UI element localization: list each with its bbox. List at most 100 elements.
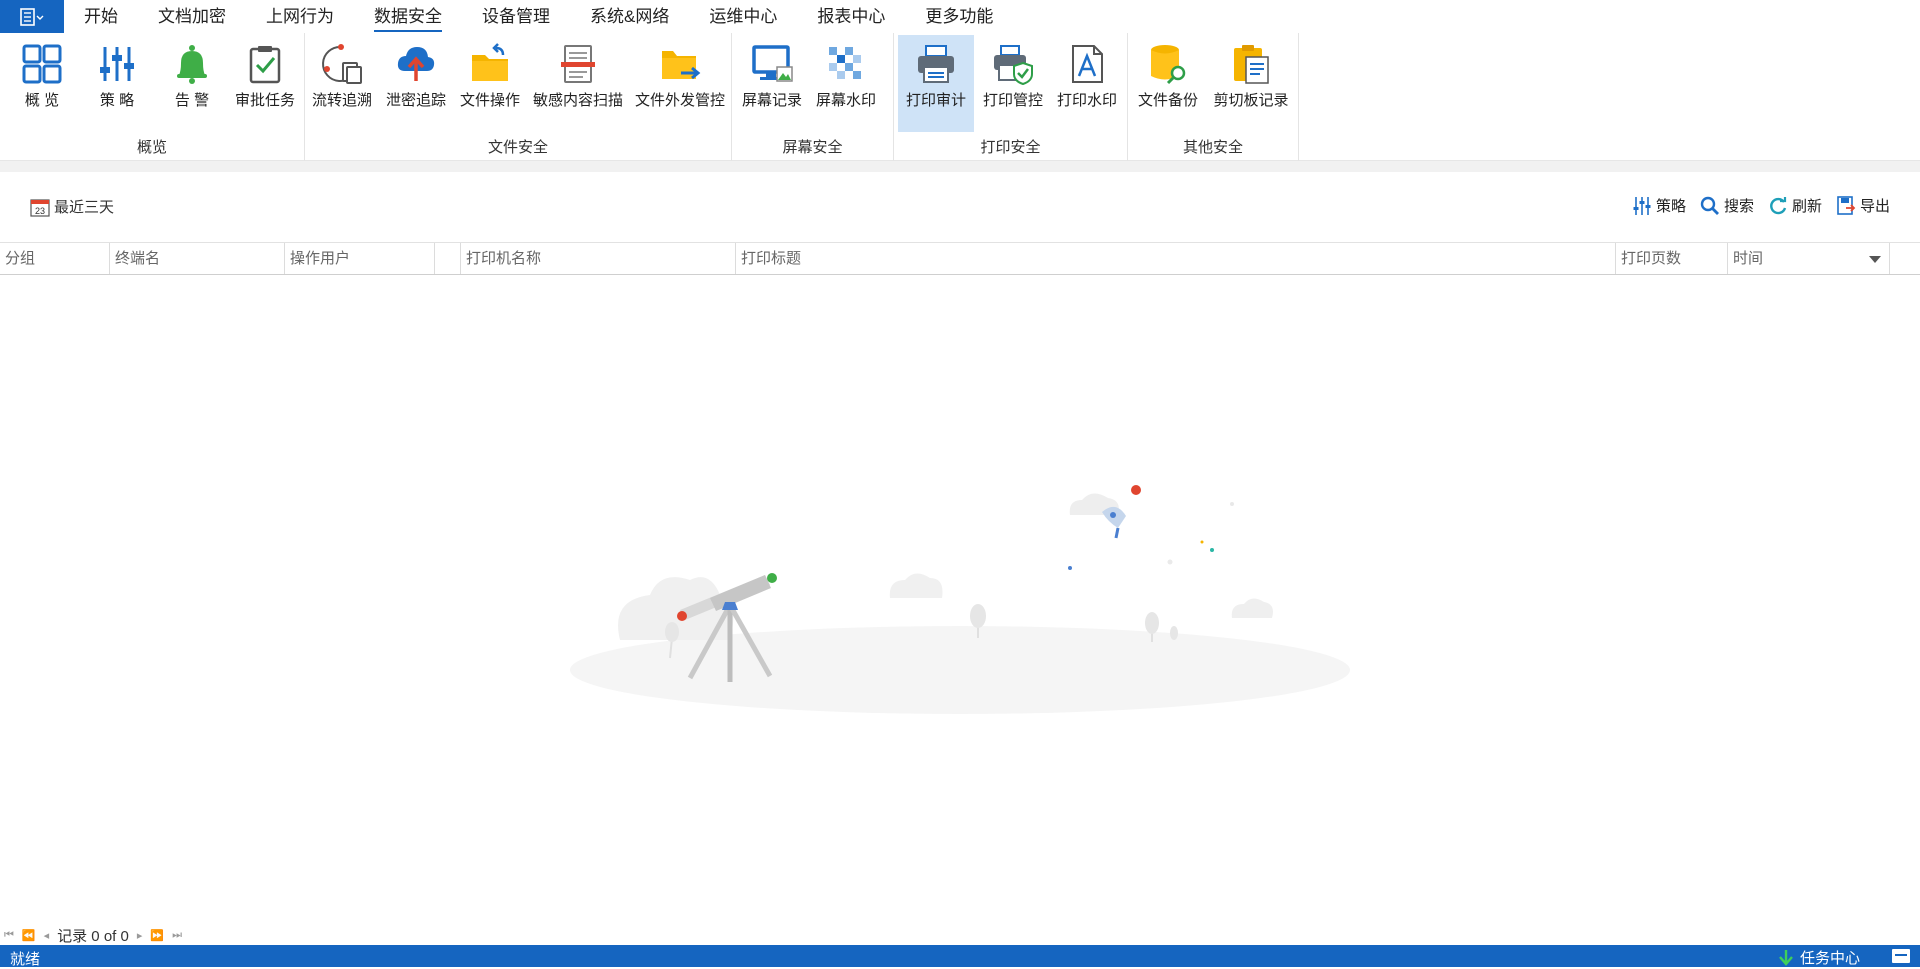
date-range-label: 最近三天 [54,199,115,216]
tab-start[interactable]: 开始 [64,0,138,33]
column-header-operating-user[interactable]: 操作用户 [285,243,435,274]
clipboard-record-button[interactable]: 剪切板记录 [1210,35,1292,132]
policy-sliders-icon [100,47,134,81]
ribbon-group-label-screen-security: 屏幕安全 [782,139,843,156]
tab-data-security[interactable]: 数据安全 [354,0,462,33]
alarm-button[interactable]: 告 警 [162,35,222,132]
approval-task-button[interactable]: 审批任务 [232,35,298,132]
approval-task-button-label: 审批任务 [234,92,295,109]
file-operation-button[interactable]: 文件操作 [458,35,522,132]
letter-a-document-icon [1072,45,1103,83]
column-header-blank[interactable] [435,243,461,274]
tab-more-functions[interactable]: 更多功能 [905,0,1013,33]
policy-button-label: 策 略 [99,92,135,109]
refresh-label: 刷新 [1791,198,1822,215]
search-button[interactable]: 搜索 [1700,195,1754,216]
screen-watermark-button[interactable]: 屏幕水印 [814,35,878,132]
app-menu-button[interactable] [0,0,64,33]
sensitive-scan-button[interactable]: 敏感内容扫描 [530,35,626,132]
task-center-label: 任务中心 [1799,950,1860,967]
document-scan-icon [561,45,595,83]
tab-document-encryption[interactable]: 文档加密 [138,0,246,33]
first-page-icon[interactable]: ⏮ [4,929,14,942]
file-outgoing-control-button[interactable]: 文件外发管控 [632,35,728,132]
clipboard-record-button-label: 剪切板记录 [1213,92,1289,109]
file-backup-button-label: 文件备份 [1137,92,1198,109]
next-page-icon[interactable]: ▸ [137,929,143,942]
ribbon-group-label-print-security: 打印安全 [980,139,1041,156]
overview-button[interactable]: 概 览 [12,35,72,132]
toolbar: 23 最近三天 策略 搜索 刷新 导出 [0,186,1920,226]
tab-system-network[interactable]: 系统&网络 [570,0,689,33]
search-icon [1700,196,1719,215]
column-header-printer-name[interactable]: 打印机名称 [461,243,736,274]
tab-report-center[interactable]: 报表中心 [797,0,905,33]
leak-tracking-button[interactable]: 泄密追踪 [385,35,447,132]
last-page-icon[interactable]: ⏭ [172,929,182,942]
approval-clipboard-icon [249,46,281,84]
ribbon-group-other-security: 文件备份 剪切板记录 其他安全 [1128,33,1299,161]
svg-text:23: 23 [35,206,45,216]
menu-bar: 开始 文档加密 上网行为 数据安全 设备管理 系统&网络 运维中心 报表中心 更… [0,0,1920,33]
export-icon [1837,195,1856,215]
tab-internet-behavior[interactable]: 上网行为 [246,0,354,33]
print-audit-button[interactable]: 打印审计 [898,35,974,132]
cloud-upload-icon [397,47,435,81]
flow-trace-button-label: 流转追溯 [311,92,372,109]
column-header-group[interactable]: 分组 [0,243,110,274]
overview-button-label: 概 览 [24,92,60,109]
refresh-button[interactable]: 刷新 [1768,195,1822,216]
print-control-button[interactable]: 打印管控 [978,35,1048,132]
column-header-terminal-name[interactable]: 终端名 [110,243,285,274]
ribbon-separator [0,161,1920,172]
printer-icon [918,45,954,83]
flow-trace-icon [322,44,362,84]
column-header-print-pages[interactable]: 打印页数 [1616,243,1728,274]
calendar-icon: 23 [30,198,50,217]
window-icon[interactable] [1892,949,1910,963]
record-count: 记录 0 of 0 [57,928,129,945]
previous-page-icon[interactable]: ◂ [44,929,50,942]
print-audit-button-label: 打印审计 [905,92,966,109]
column-header-time[interactable]: 时间 [1728,243,1890,274]
leak-tracking-button-label: 泄密追踪 [385,92,446,109]
file-backup-button[interactable]: 文件备份 [1136,35,1200,132]
print-watermark-button[interactable]: 打印水印 [1054,35,1120,132]
policy-toolbar-button[interactable]: 策略 [1632,195,1686,216]
table-header: 分组 终端名 操作用户 打印机名称 打印标题 打印页数 时间 [0,242,1920,275]
file-operation-button-label: 文件操作 [459,92,520,109]
watermark-grid-icon [829,47,861,79]
folder-send-icon [662,51,701,80]
task-center-button[interactable]: 任务中心 [1778,947,1860,968]
previous-page-group-icon[interactable]: ⏪ [22,929,36,942]
ribbon-group-print-security: 打印审计 打印管控 打印水印 打印安全 [894,33,1128,161]
sort-descending-icon[interactable] [1869,256,1881,263]
tab-device-management[interactable]: 设备管理 [462,0,570,33]
column-header-time-label: 时间 [1733,250,1764,267]
policy-button[interactable]: 策 略 [87,35,147,132]
export-button[interactable]: 导出 [1836,195,1890,216]
ribbon: 概 览 策 略 告 警 审批任务 概览 流转追溯 泄密追踪 文件操作 敏感内容扫… [0,33,1920,161]
flow-trace-button[interactable]: 流转追溯 [310,35,374,132]
ribbon-group-overview: 概 览 策 略 告 警 审批任务 概览 [0,33,305,161]
tab-operations-center[interactable]: 运维中心 [689,0,797,33]
printer-shield-icon [994,45,1033,85]
print-watermark-button-label: 打印水印 [1056,92,1117,109]
status-text: 就绪 [10,951,41,968]
pager: ⏮ ⏪ ◂ 记录 0 of 0 ▸ ⏩ ⏭ [4,925,182,946]
monitor-image-icon [752,45,793,82]
refresh-icon [1770,196,1787,214]
toolbar-actions: 策略 搜索 刷新 导出 [1632,195,1890,216]
sensitive-scan-button-label: 敏感内容扫描 [532,92,623,109]
column-header-print-title[interactable]: 打印标题 [736,243,1616,274]
sliders-icon [1633,196,1651,215]
date-range-button[interactable]: 23 最近三天 [30,196,114,217]
next-page-group-icon[interactable]: ⏩ [150,929,164,942]
clipboard-icon [1234,45,1269,84]
ribbon-group-screen-security: 屏幕记录 屏幕水印 屏幕安全 [732,33,894,161]
screen-record-button-label: 屏幕记录 [741,92,802,109]
export-label: 导出 [1859,198,1890,215]
database-search-icon [1151,45,1186,85]
status-bar: 就绪 任务中心 [0,945,1920,968]
screen-record-button[interactable]: 屏幕记录 [740,35,804,132]
